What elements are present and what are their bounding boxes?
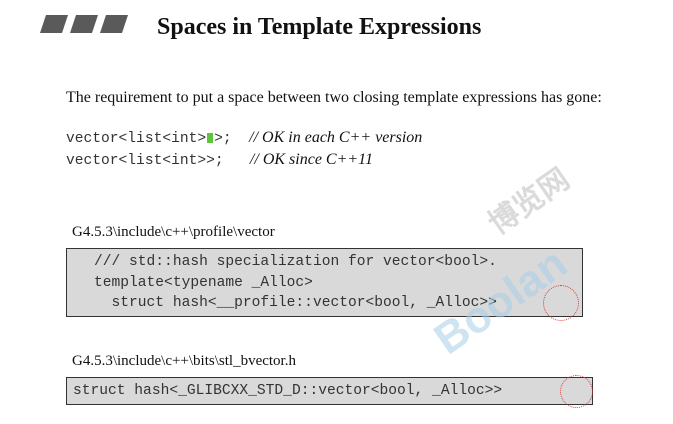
example-code: vector<list<int> (66, 131, 207, 147)
example-line-new: vector<list<int>>; // OK since C++11 (66, 150, 373, 171)
intro-text: The requirement to put a space between t… (66, 89, 602, 106)
watermark-chinese: 博览网 (482, 162, 576, 242)
example-code: vector<list<int>>; (66, 153, 224, 169)
code-line: template<typename _Alloc> (94, 274, 313, 291)
example-line-old: vector<list<int> >; // OK in each C++ ver… (66, 128, 422, 149)
example-comment: // OK in each C++ version (249, 129, 423, 146)
file-path-profile-vector: G4.5.3\include\c++\profile\vector (72, 224, 275, 240)
code-line: /// std::hash specialization for vector<… (94, 254, 497, 270)
file-path-stl-bvector: G4.5.3\include\c++\bits\stl_bvector.h (72, 353, 296, 369)
code-snippet-profile-vector: /// std::hash specialization for vector<… (66, 248, 583, 317)
highlight-circle (560, 375, 593, 408)
example-code-end: >; (214, 131, 232, 147)
page-title: Spaces in Template Expressions (157, 14, 482, 40)
code-line: struct hash<__profile::vector<bool, _All… (94, 295, 497, 311)
space-marker (207, 133, 214, 143)
code-line: struct hash<_GLIBCXX_STD_D::vector<bool,… (73, 383, 503, 399)
code-snippet-stl-bvector: struct hash<_GLIBCXX_STD_D::vector<bool,… (66, 377, 593, 405)
highlight-circle (543, 285, 579, 321)
example-comment: // OK since C++11 (249, 151, 373, 168)
title-decoration-bars (40, 15, 128, 33)
